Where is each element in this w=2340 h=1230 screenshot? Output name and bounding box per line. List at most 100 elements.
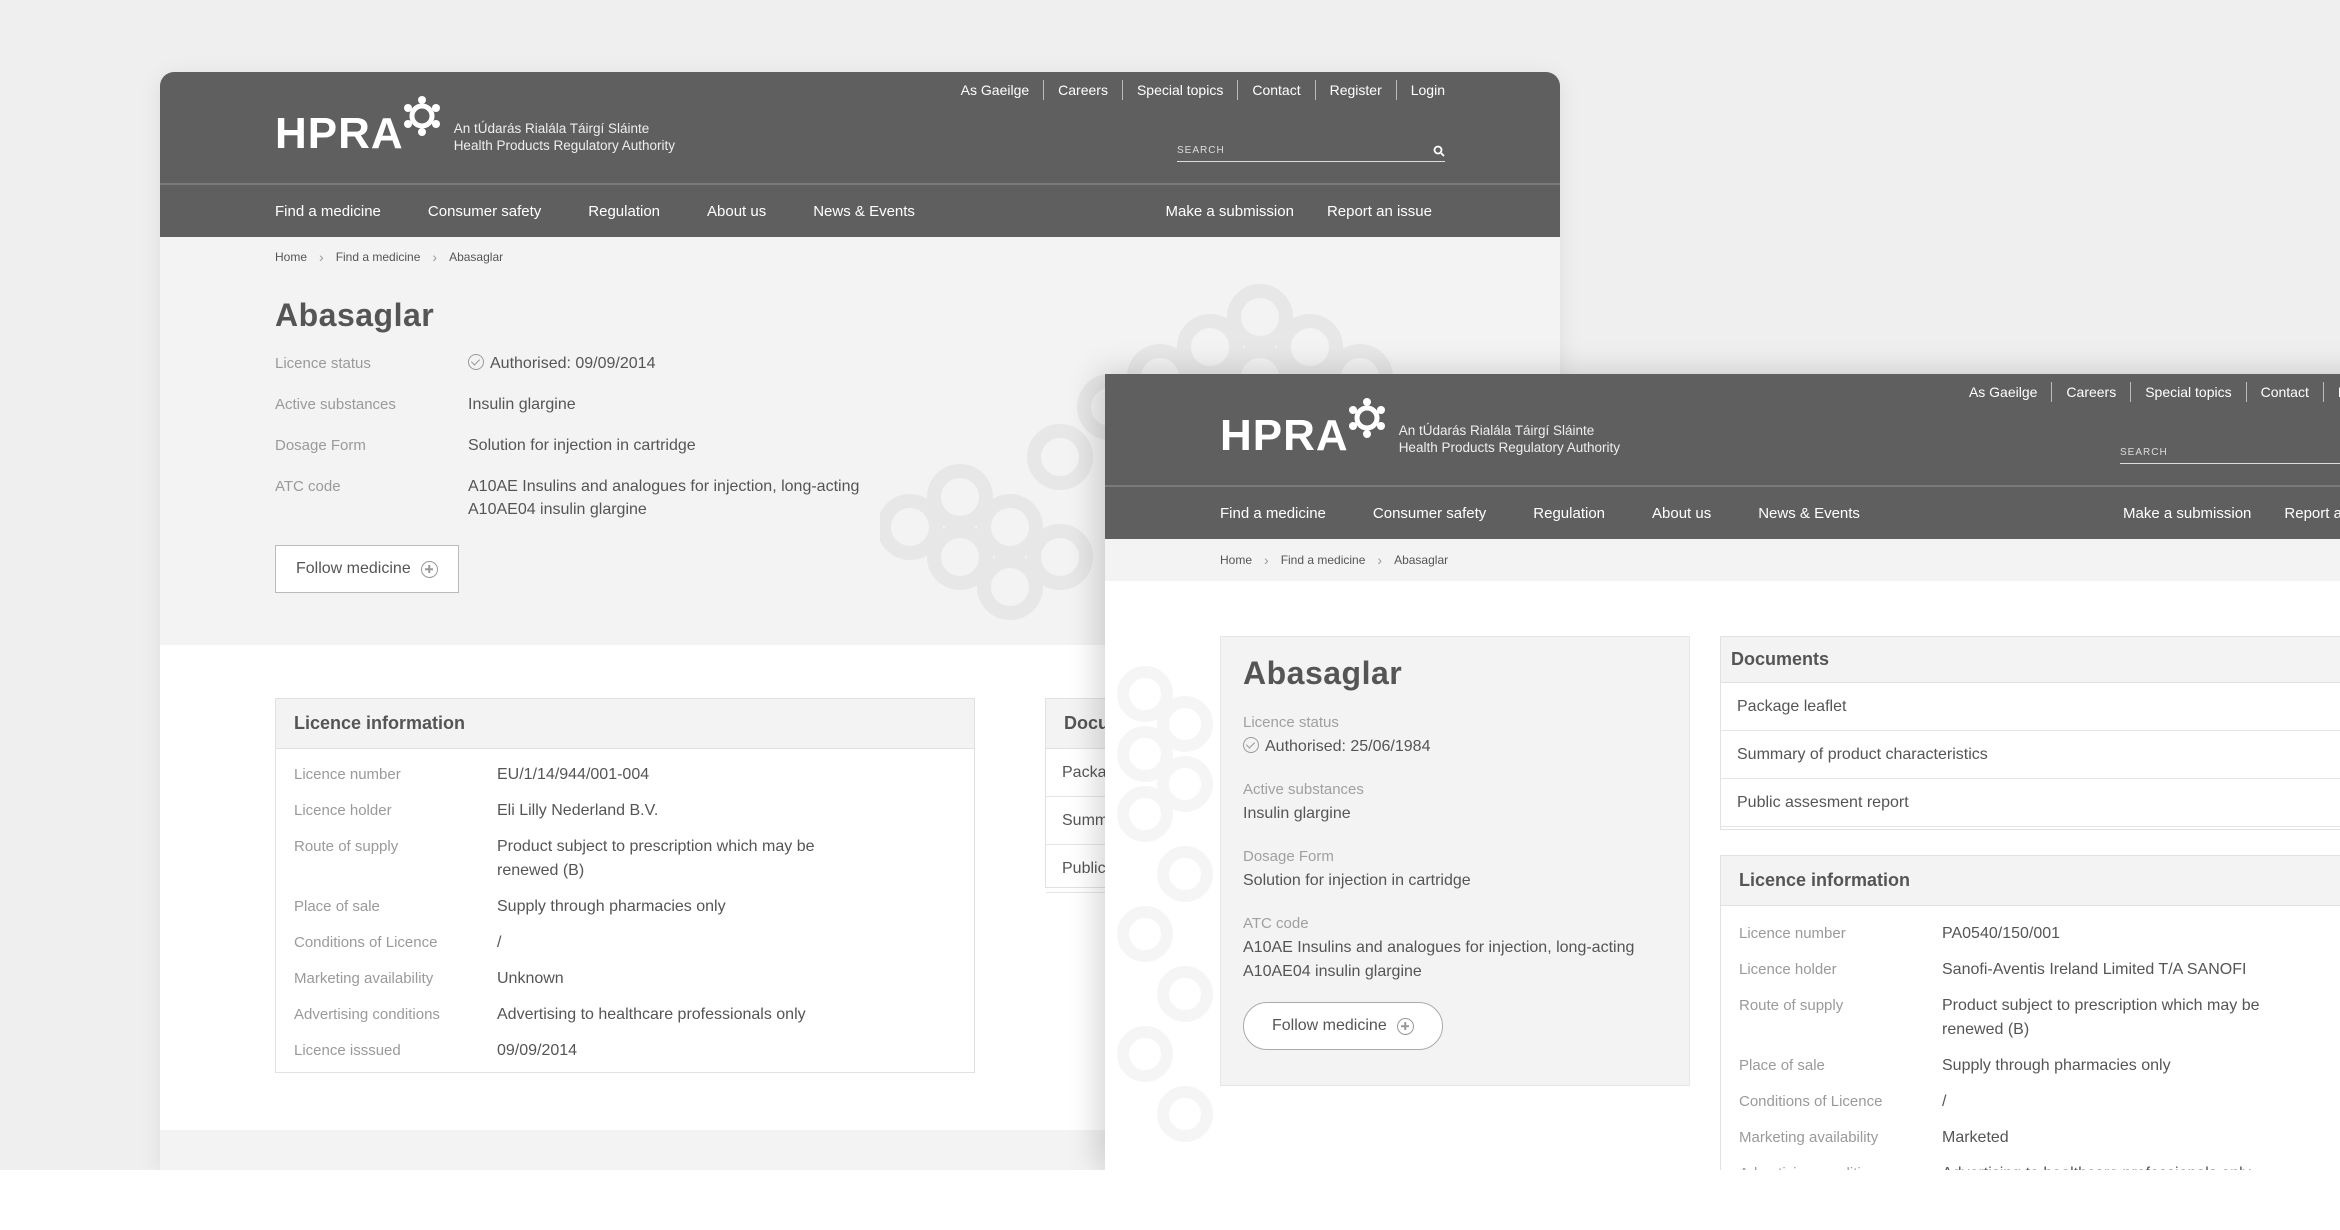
licence-row-label: Route of supply	[1739, 997, 1844, 1014]
licence-row-value: PA0540/150/001	[1942, 925, 2061, 942]
follow-medicine-button[interactable]: Follow medicine	[1243, 1002, 1443, 1050]
card-label-active-substances: Active substances	[1243, 781, 1364, 798]
licence-row-value: Advertising to healthcare professionals …	[497, 1006, 806, 1023]
licence-row-value: EU/1/14/944/001-004	[497, 766, 650, 783]
utility-link-register[interactable]: Register	[1316, 80, 1397, 100]
licence-row: Place of sale Supply through pharmacies o…	[1721, 1054, 2340, 1078]
utility-nav: As Gaeilge Careers Special topics Contac…	[1955, 382, 2340, 402]
utility-link-gaeilge[interactable]: As Gaeilge	[1955, 382, 2053, 402]
document-link-smpc[interactable]: Summary of product characteristics	[1721, 731, 2340, 779]
nav-consumer-safety[interactable]: Consumer safety	[1373, 505, 1486, 522]
licence-row-label: Conditions of Licence	[294, 934, 438, 951]
logo-subtitle-irish: An tÚdarás Rialála Táirgí Sláinte	[453, 121, 650, 136]
main-nav: Find a medicine Consumer safety Regulati…	[160, 185, 1560, 237]
licence-row: Route of supply Product subject to prescr…	[276, 835, 974, 883]
follow-medicine-button[interactable]: Follow medicine	[275, 545, 459, 593]
nav-report-issue[interactable]: Report an	[2284, 505, 2340, 522]
page-title: Abasaglar	[1243, 655, 1403, 691]
utility-nav: As Gaeilge Careers Special topics Contac…	[947, 80, 1445, 100]
chevron-right-icon: ›	[319, 249, 324, 265]
breadcrumb-current: Abasaglar	[449, 250, 504, 264]
browser-window-front: HPRA An tÚdarás Rialála Táirgí Sláinte H…	[1105, 374, 2340, 1170]
prop-value-line2: A10AE04 insulin glargine	[468, 501, 647, 518]
nav-news-events[interactable]: News & Events	[813, 203, 915, 220]
logo-subtitle: An tÚdarás Rialála Táirgí Sláinte Health…	[1399, 422, 1620, 456]
licence-row-value: Product subject to prescription which ma…	[1942, 997, 2260, 1038]
nav-find-medicine[interactable]: Find a medicine	[1220, 505, 1326, 522]
nav-make-submission[interactable]: Make a submission	[2123, 505, 2251, 522]
utility-link-contact[interactable]: Contact	[1238, 80, 1316, 100]
breadcrumb-home[interactable]: Home	[1220, 553, 1252, 567]
card-value-dosage-form: Solution for injection in cartridge	[1243, 872, 1471, 889]
licence-info-panel: Licence information Licence number PA0540…	[1720, 855, 2340, 1170]
nav-find-medicine[interactable]: Find a medicine	[275, 203, 381, 220]
bottom-band	[0, 1170, 2340, 1230]
breadcrumb-find-medicine[interactable]: Find a medicine	[336, 250, 421, 264]
document-link-public-assessment[interactable]: Public assesment report	[1721, 779, 2340, 827]
licence-row-label: Marketing availability	[294, 970, 434, 987]
utility-link-login[interactable]: Login	[1397, 80, 1445, 100]
nav-about-us[interactable]: About us	[1652, 505, 1711, 522]
hpra-logo[interactable]: HPRA An tÚdarás Rialála Táirgí Sláinte H…	[1220, 396, 1620, 458]
prop-value: Authorised: 09/09/2014	[490, 355, 656, 372]
logo-subtitle-english: Health Products Regulatory Authority	[453, 138, 676, 153]
nav-make-submission[interactable]: Make a submission	[1166, 203, 1294, 220]
utility-link-careers[interactable]: Careers	[1044, 80, 1123, 100]
breadcrumb-find-medicine[interactable]: Find a medicine	[1281, 553, 1366, 567]
card-value-atc-code-line2: A10AE04 insulin glargine	[1243, 963, 1422, 980]
check-circle-icon	[468, 354, 484, 370]
prop-label: Dosage Form	[275, 437, 366, 454]
licence-row-value: Supply through pharmacies only	[497, 898, 726, 915]
licence-row: Licence holder Sanofi-Aventis Ireland Lim…	[1721, 958, 2340, 982]
nav-report-issue[interactable]: Report an issue	[1327, 203, 1432, 220]
search-input[interactable]	[1177, 145, 1407, 156]
utility-link-careers[interactable]: Careers	[2052, 382, 2132, 402]
utility-link-special-topics[interactable]: Special topics	[1123, 80, 1239, 100]
licence-row-value: Eli Lilly Nederland B.V.	[497, 802, 659, 819]
nav-about-us[interactable]: About us	[707, 203, 766, 220]
licence-row-value: Supply through pharmacies only	[1942, 1057, 2171, 1074]
licence-row: Conditions of Licence /	[1721, 1090, 2340, 1114]
canvas: HPRA An tÚdarás Rialála Táirgí Sláinte H…	[0, 0, 2340, 1170]
nav-regulation[interactable]: Regulation	[588, 203, 660, 220]
licence-row-label: Place of sale	[1739, 1057, 1825, 1074]
utility-link-register[interactable]: Register	[2324, 382, 2340, 402]
site-header: HPRA An tÚdarás Rialála Táirgí Sláinte H…	[160, 72, 1560, 185]
logo-wordmark: HPRA	[1220, 411, 1349, 460]
licence-row-value: Product subject to prescription which ma…	[497, 838, 815, 879]
utility-link-contact[interactable]: Contact	[2247, 382, 2324, 402]
licence-row: Licence number EU/1/14/944/001-004	[276, 763, 974, 787]
prop-value: A10AE Insulins and analogues for injecti…	[468, 478, 860, 495]
breadcrumb: Home › Find a medicine › Abasaglar	[1105, 539, 2340, 581]
search-input[interactable]	[2120, 447, 2340, 458]
licence-row-label: Licence isssued	[294, 1042, 401, 1059]
licence-row-value: 09/09/2014	[497, 1042, 578, 1059]
documents-panel: Documents Package leaflet Summary of pro…	[1720, 636, 2340, 830]
document-link-package-leaflet[interactable]: Package leaflet	[1721, 683, 2340, 731]
hpra-logo[interactable]: HPRA An tÚdarás Rialála Táirgí Sláinte H…	[275, 94, 675, 156]
breadcrumb-home[interactable]: Home	[275, 250, 307, 264]
plus-circle-icon	[1396, 1017, 1414, 1035]
search-bar	[1177, 140, 1445, 162]
logo-subtitle-irish: An tÚdarás Rialála Táirgí Sláinte	[1398, 423, 1595, 438]
licence-row: Licence number PA0540/150/001	[1721, 922, 2340, 946]
search-bar	[2120, 442, 2340, 464]
nav-right: Make a submission Report an issue	[1133, 203, 1432, 220]
card-value-atc-code: A10AE Insulins and analogues for injecti…	[1243, 939, 1635, 956]
nav-regulation[interactable]: Regulation	[1533, 505, 1605, 522]
plus-circle-icon	[420, 560, 438, 578]
check-circle-icon	[1243, 737, 1259, 753]
nav-news-events[interactable]: News & Events	[1758, 505, 1860, 522]
licence-row-label: Route of supply	[294, 838, 399, 855]
licence-row: Advertising conditionsAdvertising to hea…	[276, 1003, 974, 1027]
nav-consumer-safety[interactable]: Consumer safety	[428, 203, 541, 220]
search-icon[interactable]	[1433, 145, 1445, 157]
licence-row: Advertising conditionsAdvertising to hea…	[1721, 1162, 2340, 1170]
licence-row: Licence isssued 09/09/2014	[276, 1039, 974, 1063]
licence-row-value: /	[497, 934, 502, 951]
licence-row-label: Licence holder	[1739, 961, 1837, 978]
utility-link-special-topics[interactable]: Special topics	[2131, 382, 2247, 402]
utility-link-gaeilge[interactable]: As Gaeilge	[947, 80, 1045, 100]
medicine-summary-card: Abasaglar Licence status Authorised: 25/…	[1220, 636, 1690, 1086]
card-label-atc-code: ATC code	[1243, 915, 1309, 932]
